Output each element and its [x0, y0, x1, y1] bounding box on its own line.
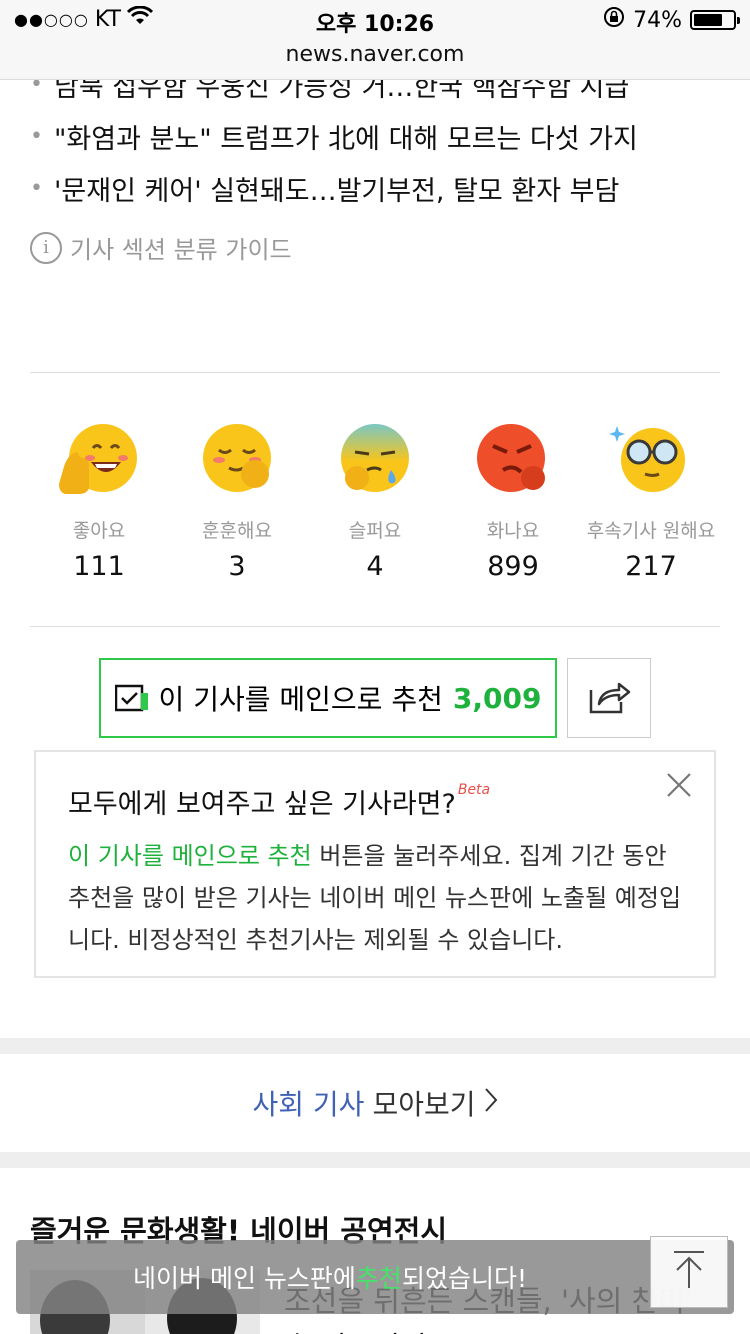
chevron-right-icon — [484, 1087, 498, 1120]
reaction-count: 4 — [366, 551, 384, 582]
warm-emoji-icon[interactable] — [195, 420, 279, 504]
section-separator — [0, 1038, 750, 1054]
recommend-label: 이 기사를 메인으로 추천 — [158, 683, 443, 716]
headline-text[interactable]: '문재인 케어' 실현돼도…발기부전, 탈모 환자 부담 — [54, 169, 619, 208]
reaction-like[interactable]: 좋아요 111 — [30, 420, 168, 582]
reaction-label: 슬퍼요 — [348, 520, 402, 542]
related-headlines: • 남북 접우함 우웅신 가능성 거…한국 핵잠수함 시급 • "화염과 분노" 트… — [30, 58, 730, 214]
headline-item[interactable]: • '문재인 케어' 실현돼도…발기부전, 탈모 환자 부담 — [30, 162, 730, 214]
toast-highlight: 추천 — [355, 1264, 402, 1293]
more-section-articles-link[interactable]: 사회 기사 모아보기 — [0, 1054, 750, 1152]
info-icon: i — [30, 231, 62, 264]
recommend-to-main-button[interactable]: 이 기사를 메인으로 추천 3,009 — [99, 658, 557, 738]
close-icon[interactable] — [664, 770, 694, 800]
section-guide-link[interactable]: i 기사 섹션 분류 가이드 — [30, 230, 292, 265]
reaction-count: 3 — [228, 551, 246, 582]
reaction-sad[interactable]: 슬퍼요 4 — [306, 420, 444, 582]
angry-emoji-icon[interactable] — [471, 420, 555, 504]
share-button[interactable] — [567, 658, 651, 738]
info-box-body: 이 기사를 메인으로 추천 버튼을 눌러주세요. 집계 기간 동안 추천을 많이… — [68, 835, 682, 961]
battery-percent: 74% — [633, 7, 682, 33]
headline-item[interactable]: • "화염과 분노" 트럼프가 北에 대해 모르는 다섯 가지 — [30, 110, 730, 162]
recommend-count: 3,009 — [452, 681, 542, 715]
section-name: 사회 기사 — [252, 1088, 365, 1121]
like-emoji-icon[interactable] — [57, 420, 141, 504]
beta-badge: Beta — [457, 782, 491, 798]
reaction-count: 111 — [73, 551, 125, 582]
want-more-emoji-icon[interactable] — [609, 420, 693, 504]
rotation-lock-icon — [603, 6, 625, 34]
reaction-label: 훈훈해요 — [202, 520, 272, 542]
headline-text[interactable]: "화염과 분노" 트럼프가 北에 대해 모르는 다섯 가지 — [54, 117, 638, 156]
divider — [30, 372, 720, 373]
arrow-up-icon — [672, 1250, 706, 1294]
checkbox-icon — [114, 683, 149, 713]
reaction-count: 217 — [625, 551, 677, 582]
reaction-bar: 좋아요 111 훈훈해요 3 슬퍼요 4 화나요 899 후속기사 원해요 21… — [30, 420, 720, 582]
info-box-title: 모두에게 보여주고 싶은 기사라면? Beta — [68, 782, 682, 821]
info-box-title-text: 모두에게 보여주고 싶은 기사라면? — [68, 789, 456, 820]
toast-suffix: 되었습니다! — [401, 1264, 527, 1293]
reaction-label: 화나요 — [486, 520, 540, 542]
bullet-icon: • — [30, 123, 43, 149]
reaction-label: 후속기사 원해요 — [586, 520, 716, 542]
recommend-toast: 네이버 메인 뉴스판에 추천 되었습니다! — [16, 1240, 734, 1314]
reaction-warm[interactable]: 훈훈해요 3 — [168, 420, 306, 582]
status-bar: ●●○○○ KT 오후 10:26 74% news.naver.com — [0, 0, 750, 80]
info-box-highlight: 이 기사를 메인으로 추천 — [68, 842, 312, 870]
recommend-info-box: 모두에게 보여주고 싶은 기사라면? Beta 이 기사를 메인으로 추천 버튼을… — [34, 750, 716, 978]
section-guide-label[interactable]: 기사 섹션 분류 가이드 — [70, 230, 292, 265]
sad-emoji-icon[interactable] — [333, 420, 417, 504]
divider — [30, 626, 720, 627]
more-label: 모아보기 — [372, 1088, 476, 1121]
section-separator — [0, 1152, 750, 1168]
reaction-label: 좋아요 — [72, 520, 126, 542]
reaction-count: 899 — [487, 551, 539, 582]
battery-icon — [690, 10, 740, 30]
reaction-angry[interactable]: 화나요 899 — [444, 420, 582, 582]
reaction-want-more[interactable]: 후속기사 원해요 217 — [582, 420, 720, 582]
scroll-to-top-button[interactable] — [650, 1236, 728, 1308]
address-bar[interactable]: news.naver.com — [0, 42, 750, 67]
toast-prefix: 네이버 메인 뉴스판에 — [133, 1264, 356, 1293]
share-icon — [587, 676, 631, 720]
bullet-icon: • — [30, 175, 43, 201]
